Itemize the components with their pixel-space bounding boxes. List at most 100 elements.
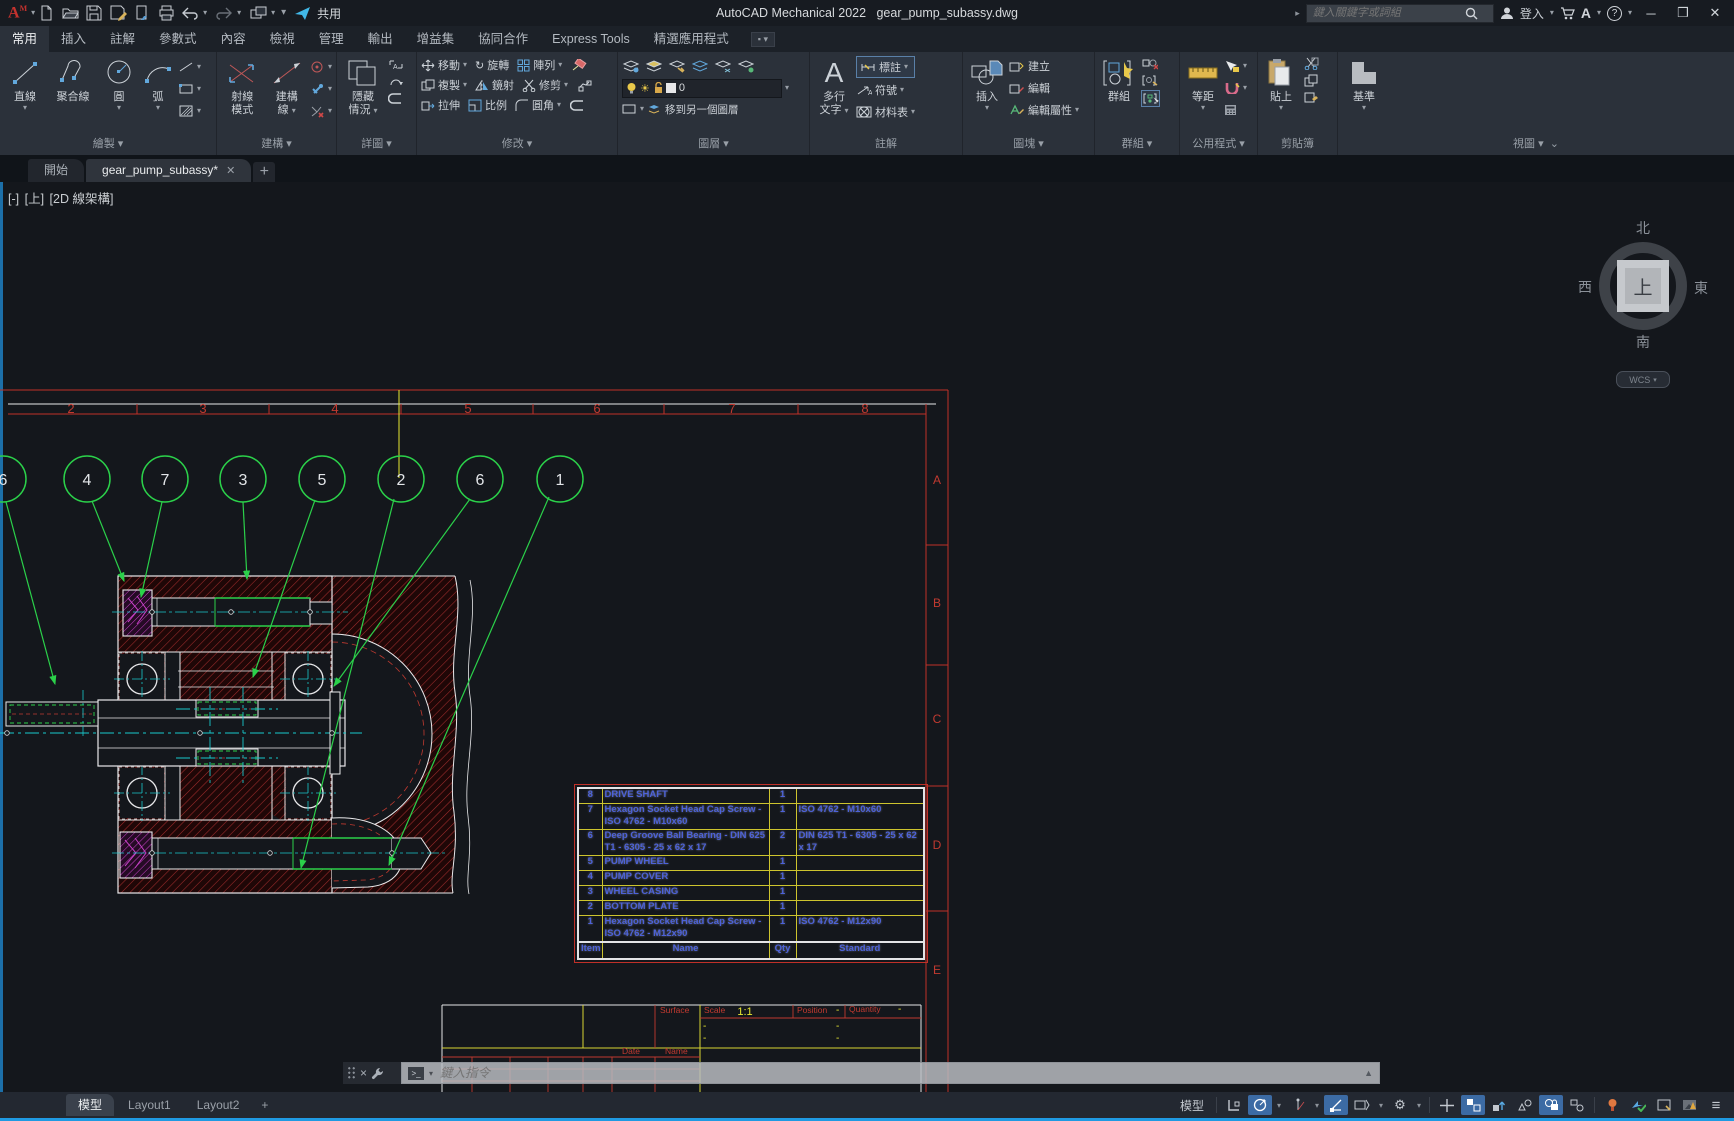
paste-special-icon[interactable]	[1302, 90, 1319, 105]
section-line-mini-icon[interactable]: A	[387, 57, 404, 72]
panel-label-group[interactable]: 群組 ▾	[1095, 136, 1179, 155]
bom-button[interactable]: 材料表▾	[856, 102, 915, 122]
paste-button[interactable]: 貼上▾	[1262, 55, 1300, 136]
move-button[interactable]: 移動▾	[421, 55, 467, 75]
panel-label-block[interactable]: 圖塊 ▾	[963, 136, 1094, 155]
viewport-view-control[interactable]: [上]	[25, 192, 44, 206]
search-input[interactable]	[1311, 6, 1465, 20]
tab-view[interactable]: 檢視	[258, 26, 307, 52]
recent-commands-icon[interactable]: >_	[408, 1067, 424, 1080]
mirror-button[interactable]: 鏡射	[475, 75, 514, 95]
cut-icon[interactable]	[1302, 56, 1319, 71]
panel-label-modify[interactable]: 修改 ▾	[417, 136, 617, 155]
polyline-button[interactable]: 聚合線	[48, 55, 98, 136]
ray-mode-button[interactable]: 射線模式	[221, 55, 263, 136]
file-tab-document[interactable]: gear_pump_subassy*✕	[86, 159, 251, 182]
viewcube-north-label[interactable]: 北	[1636, 218, 1650, 238]
quick-select-icon[interactable]: ▾	[1224, 56, 1247, 76]
annotation-visibility-icon[interactable]	[1461, 1095, 1485, 1115]
scale-button[interactable]: 比例	[468, 95, 507, 115]
undo-icon[interactable]	[179, 3, 201, 23]
layer-dropdown[interactable]: ☀ 0	[622, 79, 782, 98]
layer-color-swatch[interactable]	[666, 83, 676, 93]
calculator-icon[interactable]	[1224, 100, 1247, 120]
tab-parametric[interactable]: 參數式	[147, 26, 209, 52]
redo-caret-icon[interactable]: ▾	[237, 9, 245, 17]
viewport-controls[interactable]: [-] [上] [2D 線架構]	[8, 188, 115, 207]
balloons[interactable]: 6 4 7 3 5 2 6 1	[0, 456, 583, 502]
customization-menu-icon[interactable]: ≡	[1704, 1095, 1728, 1115]
sign-in-caret-icon[interactable]: ▾	[1550, 9, 1554, 17]
fillet-button[interactable]: 圓角▾	[515, 95, 561, 115]
ungroup-icon[interactable]	[1141, 56, 1158, 71]
tab-addins[interactable]: 增益集	[405, 26, 467, 52]
gear-caret-icon[interactable]: ▾	[1414, 1101, 1424, 1110]
file-tab-close-icon[interactable]: ✕	[226, 165, 235, 177]
minimize-button[interactable]: ─	[1638, 6, 1664, 21]
bom-row[interactable]: 7Hexagon Socket Head Cap Screw - ISO 476…	[578, 803, 924, 829]
layer-state-icon[interactable]	[645, 59, 662, 74]
layer-on-bulb-icon[interactable]	[626, 82, 637, 94]
bom-row[interactable]: 8DRIVE SHAFT1	[578, 788, 924, 803]
qat-customize-icon[interactable]: ▾	[281, 9, 289, 17]
base-view-button[interactable]: 基準▾	[1342, 55, 1386, 136]
autodesk-caret-icon[interactable]: ▾	[1597, 9, 1601, 17]
snap-magnet-icon[interactable]: ▾	[1224, 78, 1247, 98]
bom-row[interactable]: 1Hexagon Socket Head Cap Screw - ISO 476…	[578, 915, 924, 942]
move-to-layer-label[interactable]: 移到另一個圖層	[665, 102, 739, 117]
current-annotation-scale-icon[interactable]	[1539, 1095, 1563, 1115]
panel-label-construct[interactable]: 建構 ▾	[217, 136, 336, 155]
center-mark-mini-button[interactable]: ▾	[310, 57, 332, 77]
object-snap-icon[interactable]	[1324, 1095, 1348, 1115]
panel-label-layer[interactable]: 圖層 ▾	[618, 136, 809, 155]
dynamic-input-icon[interactable]	[1350, 1095, 1374, 1115]
clip-icon[interactable]	[569, 98, 586, 113]
ribbon-collapse-icon[interactable]: ▪ ▾	[751, 32, 775, 47]
app-store-cart-icon[interactable]	[1560, 6, 1575, 20]
annotation-scale-icon[interactable]	[1513, 1095, 1537, 1115]
plot-icon[interactable]	[155, 3, 177, 23]
move-to-layer-icon[interactable]	[647, 103, 662, 116]
clean-screen-icon[interactable]	[1652, 1095, 1676, 1115]
trim-button[interactable]: 修剪▾	[522, 75, 568, 95]
bom-row[interactable]: 2BOTTOM PLATE1	[578, 900, 924, 915]
dimension-button[interactable]: 標註▾	[856, 56, 915, 78]
new-layout-button[interactable]: +	[253, 1094, 276, 1116]
stretch-button[interactable]: 拉伸	[421, 95, 460, 115]
viewport-menu-control[interactable]: [-]	[8, 192, 19, 206]
tab-express-tools[interactable]: Express Tools	[540, 26, 642, 52]
viewcube-south-label[interactable]: 南	[1636, 332, 1650, 352]
bom-table[interactable]: 8DRIVE SHAFT17Hexagon Socket Head Cap Sc…	[577, 787, 925, 960]
polar-caret-icon[interactable]: ▾	[1312, 1101, 1322, 1110]
layout-caret-icon[interactable]: ▾	[271, 9, 279, 17]
grid-display-icon[interactable]	[1222, 1095, 1246, 1115]
tab-content[interactable]: 內容	[209, 26, 258, 52]
tab-collaborate[interactable]: 協同合作	[466, 26, 540, 52]
layer-freeze-icon[interactable]	[714, 59, 731, 74]
share-label[interactable]: 共用	[317, 5, 341, 22]
command-history-expand-icon[interactable]: ▲	[1364, 1068, 1373, 1078]
tab-insert[interactable]: 插入	[49, 26, 98, 52]
group-button[interactable]: 群組	[1099, 55, 1139, 136]
save-as-icon[interactable]	[107, 3, 129, 23]
symbol-button[interactable]: A符號▾	[856, 80, 915, 100]
layout-switch-icon[interactable]	[247, 3, 269, 23]
recent-commands-caret-icon[interactable]: ▾	[429, 1069, 433, 1078]
help-caret-icon[interactable]: ▾	[1628, 9, 1632, 17]
panel-label-detail[interactable]: 詳圖 ▾	[337, 136, 416, 155]
command-line-grip[interactable]: ×	[343, 1062, 401, 1084]
viewport-visual-style-control[interactable]: [2D 線架構]	[50, 192, 114, 206]
erase-construction-mini-button[interactable]: ▾	[310, 101, 332, 121]
graphics-performance-icon[interactable]	[1626, 1095, 1650, 1115]
command-input[interactable]	[438, 1065, 1359, 1081]
construction-line-button[interactable]: 建構線 ▾	[265, 55, 307, 136]
rectangle-mini-button[interactable]: ▾	[178, 79, 201, 99]
layer-properties-icon[interactable]	[622, 59, 639, 74]
tab-featured-apps[interactable]: 精選應用程式	[642, 26, 741, 52]
group-edit-icon[interactable]	[1141, 73, 1158, 88]
command-input-field[interactable]: >_ ▾ ▲	[401, 1062, 1380, 1084]
erase-icon[interactable]	[570, 58, 587, 73]
layer-unisolate-icon[interactable]	[691, 59, 708, 74]
detail-rotate-mini-icon[interactable]	[387, 74, 404, 89]
search-history-caret-icon[interactable]: ▸	[1295, 8, 1300, 19]
